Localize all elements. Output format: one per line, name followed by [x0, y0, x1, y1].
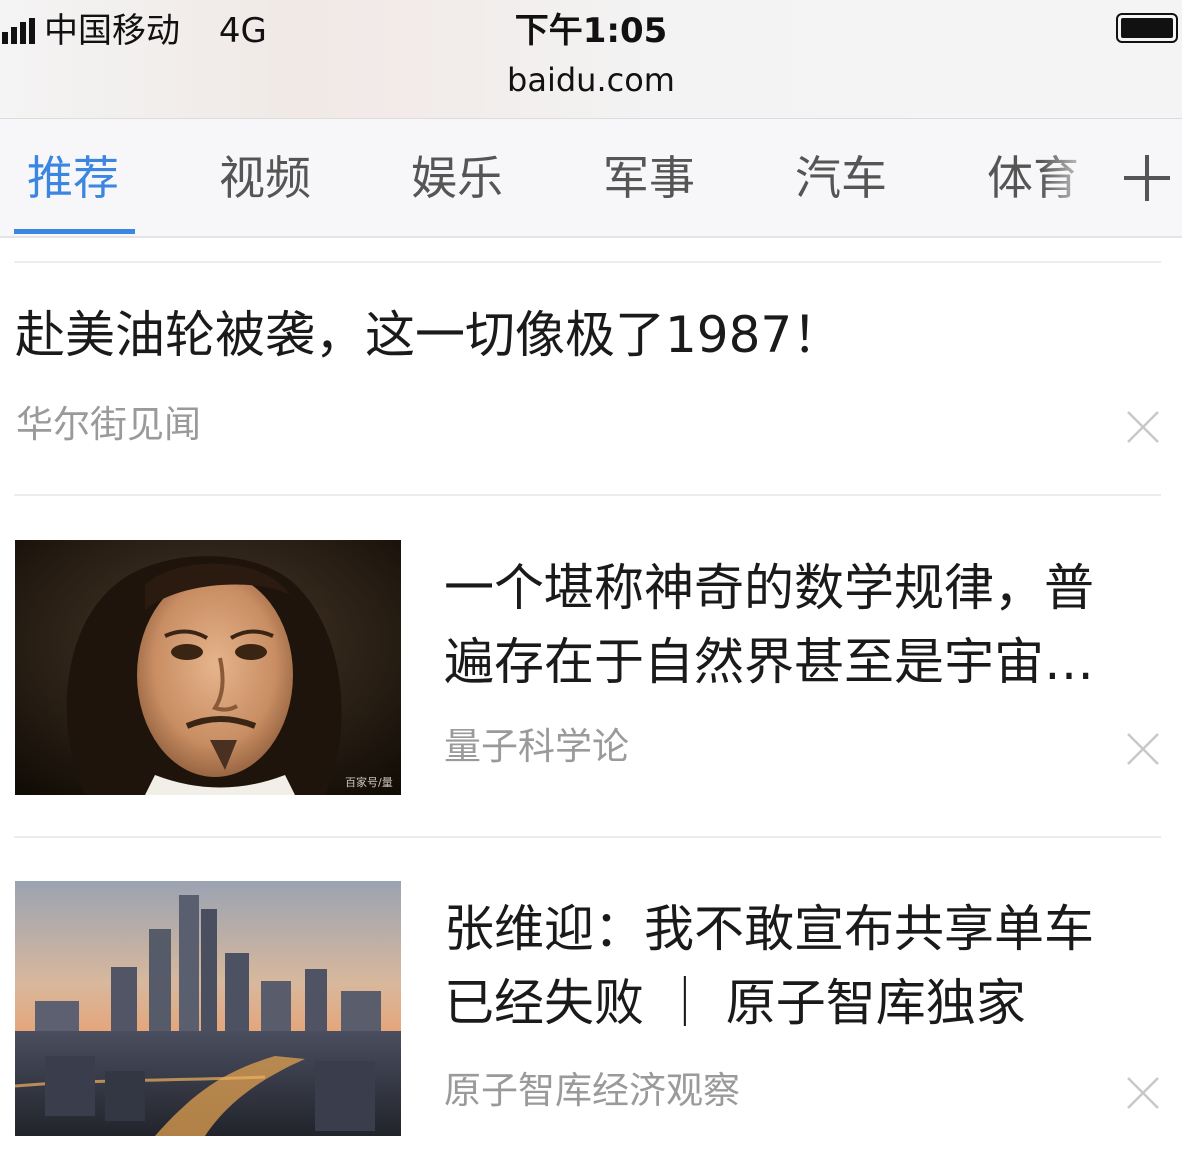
news-title-line: 遍存在于自然界甚至是宇宙… — [444, 633, 1094, 691]
tab-entertainment[interactable]: 娱乐 — [411, 149, 503, 207]
thumbnail-watermark: 百家号/量 — [345, 775, 393, 789]
tab-recommend[interactable]: 推荐 — [27, 149, 119, 207]
tab-auto[interactable]: 汽车 — [795, 149, 887, 207]
channel-tabs: 推荐 视频 娱乐 军事 汽车 体育 — [0, 119, 1182, 238]
news-source: 量子科学论 — [444, 725, 629, 768]
news-title-line: 一个堪称神奇的数学规律，普 — [444, 559, 1094, 617]
clock: 下午1:05 — [514, 11, 668, 51]
active-tab-indicator — [14, 229, 135, 234]
news-thumbnail[interactable] — [15, 881, 401, 1136]
news-title-line: 张维迎：我不敢宣布共享单车 — [444, 900, 1094, 958]
news-source: 华尔街见闻 — [16, 403, 201, 446]
news-source: 原子智库经济观察 — [444, 1069, 740, 1112]
feed-divider — [14, 261, 1161, 263]
news-title[interactable]: 张维迎：我不敢宣布共享单车 已经失败 ｜ 原子智库独家 — [444, 892, 1149, 1040]
tab-military[interactable]: 军事 — [603, 149, 695, 207]
city-skyline-image — [15, 881, 401, 1136]
tabs-fade-overlay — [1040, 119, 1112, 234]
news-title[interactable]: 一个堪称神奇的数学规律，普 遍存在于自然界甚至是宇宙… — [444, 551, 1149, 699]
news-thumbnail[interactable]: 百家号/量 — [15, 540, 401, 795]
news-title-line: 已经失败 ｜ 原子智库独家 — [444, 974, 1026, 1032]
feed-divider — [14, 836, 1161, 838]
close-icon[interactable] — [1126, 1076, 1160, 1110]
battery-icon — [1116, 13, 1178, 43]
status-bar: 中国移动 4G 下午1:05 baidu.com — [0, 0, 1182, 119]
close-icon[interactable] — [1126, 732, 1160, 766]
news-title[interactable]: 赴美油轮被袭，这一切像极了1987！ — [15, 300, 842, 370]
tab-video[interactable]: 视频 — [219, 149, 311, 207]
portrait-image: 百家号/量 — [15, 540, 401, 795]
plus-icon[interactable] — [1118, 149, 1176, 207]
feed-divider — [14, 494, 1161, 496]
address-bar-url[interactable]: baidu.com — [0, 60, 1182, 100]
close-icon[interactable] — [1126, 410, 1160, 444]
battery-level — [1121, 18, 1173, 38]
